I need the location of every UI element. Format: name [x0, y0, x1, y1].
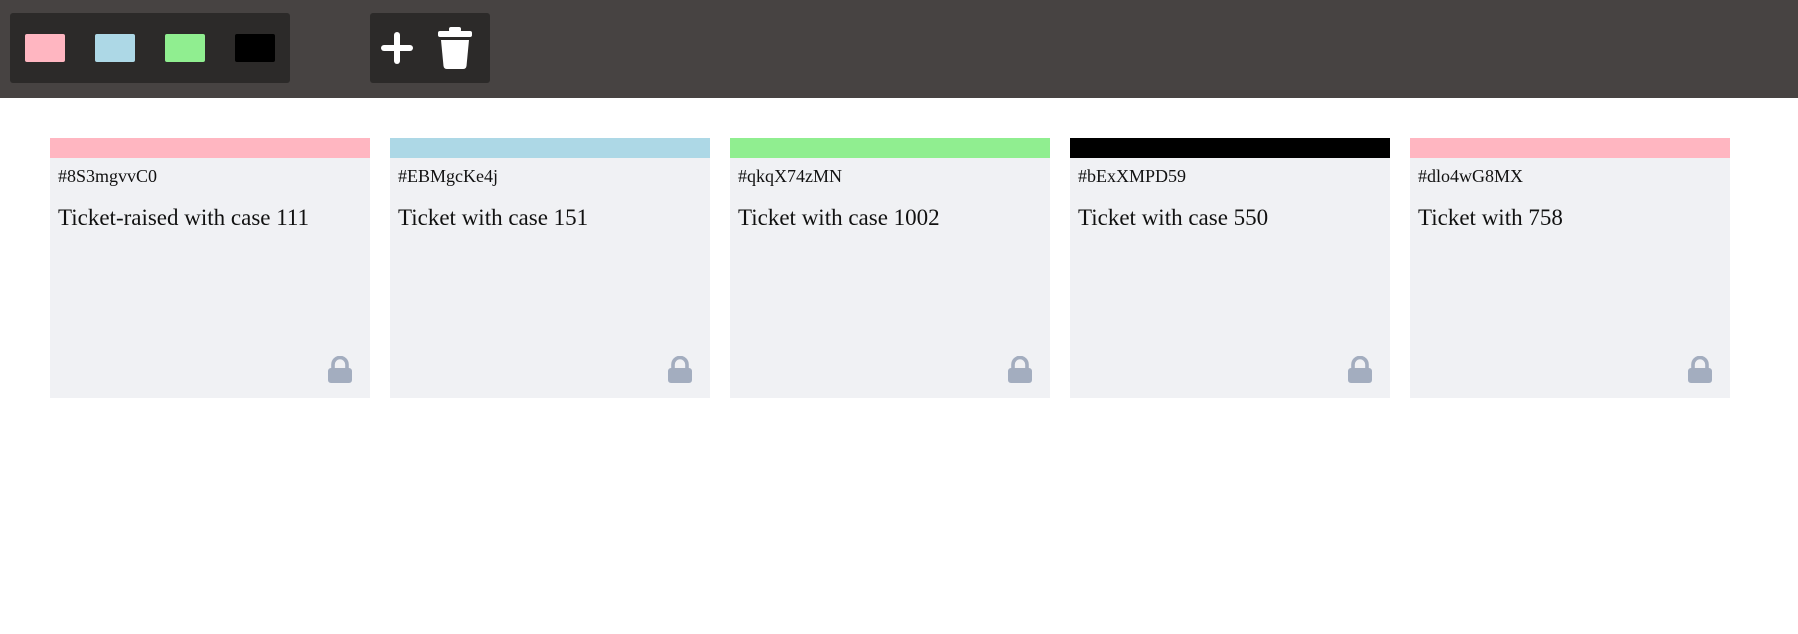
add-ticket-button[interactable] — [372, 23, 422, 73]
lock-button[interactable] — [1347, 355, 1373, 384]
ticket-text[interactable]: Ticket with case 151 — [398, 205, 588, 231]
ticket-card[interactable]: #qkqX74zMN Ticket with case 1002 — [730, 138, 1050, 398]
ticket-text[interactable]: Ticket-raised with case 111 — [58, 205, 309, 231]
lock-icon — [1348, 355, 1372, 383]
color-swatch-lightblue[interactable] — [95, 34, 135, 62]
ticket-color-strip[interactable] — [1070, 138, 1390, 158]
ticket-board: #8S3mgvvC0 Ticket-raised with case 111 #… — [50, 138, 1750, 398]
lock-button[interactable] — [1007, 355, 1033, 384]
lock-icon — [668, 355, 692, 383]
toolbar — [0, 0, 1798, 98]
ticket-text[interactable]: Ticket with case 1002 — [738, 205, 940, 231]
ticket-color-strip[interactable] — [390, 138, 710, 158]
ticket-card[interactable]: #dlo4wG8MX Ticket with 758 — [1410, 138, 1730, 398]
ticket-id: #qkqX74zMN — [738, 166, 842, 186]
delete-ticket-button[interactable] — [430, 23, 480, 73]
ticket-color-strip[interactable] — [1410, 138, 1730, 158]
lock-button[interactable] — [1687, 355, 1713, 384]
plus-icon — [381, 32, 413, 64]
ticket-id: #bExXMPD59 — [1078, 166, 1187, 186]
ticket-text[interactable]: Ticket with case 550 — [1078, 205, 1268, 231]
lock-icon — [1688, 355, 1712, 383]
lock-button[interactable] — [327, 355, 353, 384]
ticket-id: #dlo4wG8MX — [1418, 166, 1524, 186]
color-swatch-black[interactable] — [235, 34, 275, 62]
color-swatch-pink[interactable] — [25, 34, 65, 62]
lock-icon — [1008, 355, 1032, 383]
lock-icon — [328, 355, 352, 383]
lock-button[interactable] — [667, 355, 693, 384]
ticket-card[interactable]: #bExXMPD59 Ticket with case 550 — [1070, 138, 1390, 398]
color-swatch-lightgreen[interactable] — [165, 34, 205, 62]
ticket-card[interactable]: #EBMgcKe4j Ticket with case 151 — [390, 138, 710, 398]
action-buttons — [370, 13, 490, 83]
ticket-id: #8S3mgvvC0 — [58, 166, 158, 186]
ticket-text[interactable]: Ticket with 758 — [1418, 205, 1563, 231]
trash-icon — [438, 27, 472, 69]
ticket-color-strip[interactable] — [50, 138, 370, 158]
ticket-color-strip[interactable] — [730, 138, 1050, 158]
ticket-id: #EBMgcKe4j — [398, 166, 498, 186]
color-palette — [10, 13, 290, 83]
ticket-card[interactable]: #8S3mgvvC0 Ticket-raised with case 111 — [50, 138, 370, 398]
